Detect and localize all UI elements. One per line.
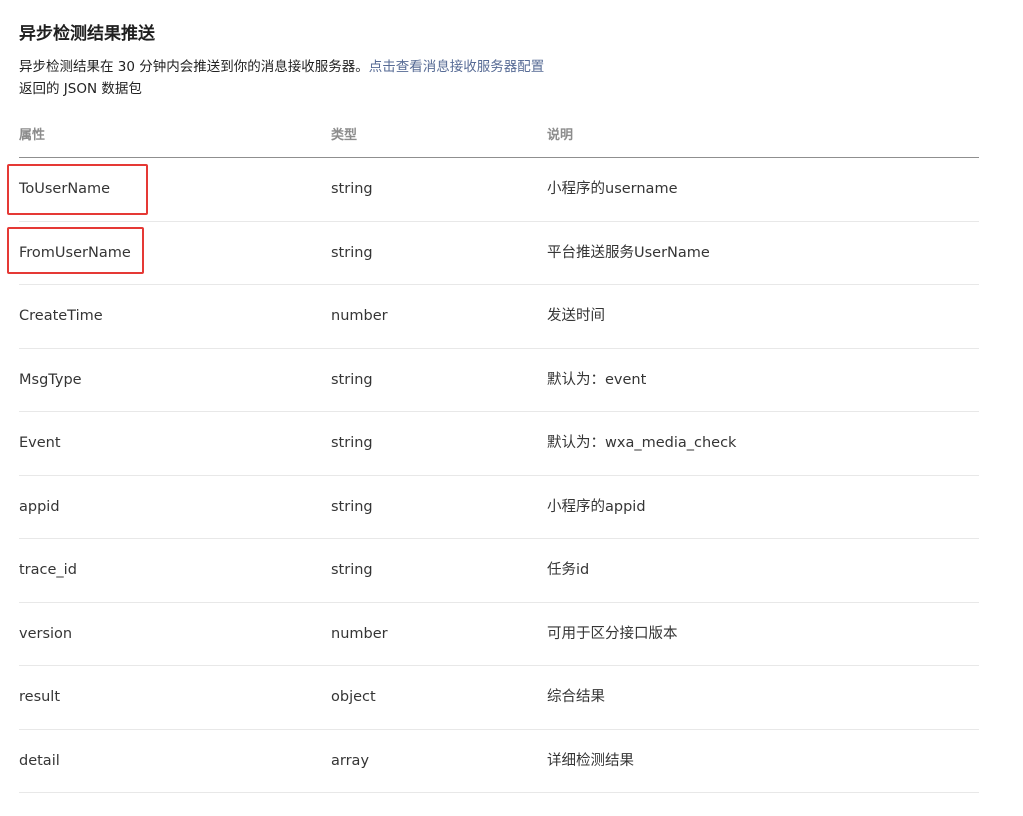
param-type: string	[331, 498, 373, 515]
param-name: result	[19, 689, 61, 706]
description-text: 异步检测结果在 30 分钟内会推送到你的消息接收服务器。	[19, 59, 369, 75]
param-name: trace_id	[19, 562, 77, 579]
param-type: string	[331, 244, 373, 261]
table-header: 属性 类型 说明	[19, 114, 979, 158]
param-desc: 发送时间	[547, 308, 605, 325]
description: 异步检测结果在 30 分钟内会推送到你的消息接收服务器。点击查看消息接收服务器配…	[19, 57, 544, 77]
param-type: array	[331, 752, 370, 769]
param-desc: 详细检测结果	[547, 752, 634, 769]
table-row: ToUserName string 小程序的username	[19, 158, 979, 222]
header-property: 属性	[19, 128, 46, 143]
param-name: detail	[19, 752, 60, 769]
page-title: 异步检测结果推送	[19, 24, 155, 44]
param-type: number	[331, 625, 388, 642]
param-desc: 可用于区分接口版本	[547, 625, 678, 642]
param-type: object	[331, 689, 376, 706]
table-row: detail array 详细检测结果	[19, 730, 979, 793]
table-row: CreateTime number 发送时间	[19, 285, 979, 349]
param-type: number	[331, 308, 388, 325]
param-name: appid	[19, 498, 60, 515]
param-desc: 小程序的username	[547, 181, 678, 198]
table-row: Event string 默认为：wxa_media_check	[19, 412, 979, 476]
header-description: 说明	[547, 128, 574, 143]
param-desc: 任务id	[547, 562, 590, 579]
param-desc: 小程序的appid	[547, 498, 646, 515]
param-desc: 综合结果	[547, 689, 605, 706]
params-table: 属性 类型 说明 ToUserName string 小程序的username …	[19, 114, 979, 793]
table-row: result object 综合结果	[19, 666, 979, 730]
highlight-box-tousername	[7, 164, 148, 215]
param-name: CreateTime	[19, 308, 103, 325]
param-name: version	[19, 625, 73, 642]
param-type: string	[331, 181, 373, 198]
server-config-link[interactable]: 点击查看消息接收服务器配置	[369, 59, 545, 75]
description-json-note: 返回的 JSON 数据包	[19, 81, 142, 97]
table-row: MsgType string 默认为：event	[19, 349, 979, 412]
param-desc: 默认为：wxa_media_check	[547, 435, 737, 452]
table-row: appid string 小程序的appid	[19, 476, 979, 539]
table-row: FromUserName string 平台推送服务UserName	[19, 222, 979, 285]
header-type: 类型	[331, 128, 358, 143]
table-row: trace_id string 任务id	[19, 539, 979, 603]
param-type: string	[331, 562, 373, 579]
table-row: version number 可用于区分接口版本	[19, 603, 979, 666]
param-type: string	[331, 435, 373, 452]
param-desc: 平台推送服务UserName	[547, 244, 710, 261]
param-name: MsgType	[19, 371, 82, 388]
param-name: Event	[19, 435, 61, 452]
param-desc: 默认为：event	[547, 371, 647, 388]
param-type: string	[331, 371, 373, 388]
highlight-box-fromusername	[7, 227, 144, 274]
